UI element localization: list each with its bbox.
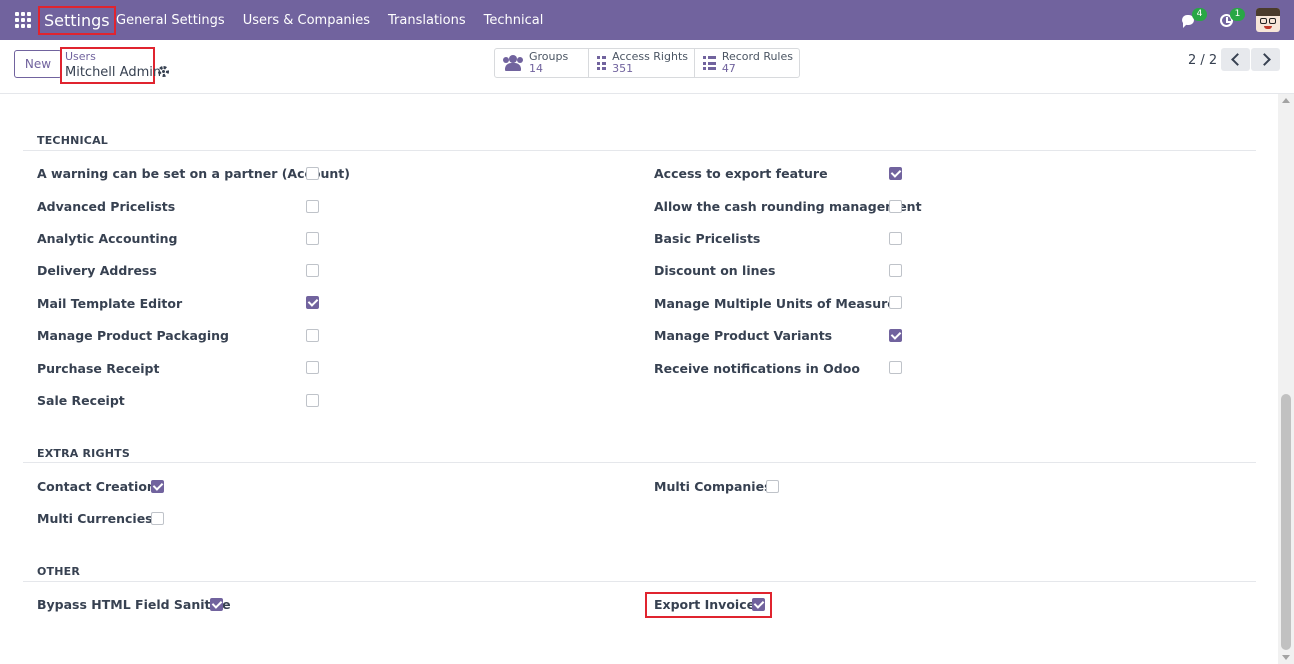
field-label: Basic Pricelists — [654, 231, 761, 246]
field-checkbox[interactable] — [306, 329, 319, 342]
menu-technical[interactable]: Technical — [484, 13, 544, 28]
field-checkbox[interactable] — [306, 394, 319, 407]
divider — [23, 462, 1256, 463]
breadcrumb-current: Mitchell Admin — [65, 65, 162, 80]
app-brand[interactable]: Settings — [38, 6, 116, 35]
field-checkbox[interactable] — [151, 512, 164, 525]
record-rules-button[interactable]: Record Rules 47 — [695, 49, 799, 77]
field-checkbox[interactable] — [889, 296, 902, 309]
section-title-other: OTHER — [37, 565, 81, 578]
pager-previous-button[interactable] — [1221, 48, 1250, 71]
field-label: Allow the cash rounding management — [654, 199, 922, 214]
section-title-extra-rights: EXTRA RIGHTS — [37, 447, 130, 460]
field-checkbox[interactable] — [210, 598, 223, 611]
field-checkbox[interactable] — [889, 329, 902, 342]
form-sheet: TECHNICAL A warning can be set on a part… — [0, 94, 1278, 664]
field-checkbox[interactable] — [889, 200, 902, 213]
messages-badge: 4 — [1192, 8, 1207, 21]
activities-badge: 1 — [1230, 8, 1245, 21]
field-label: Access to export feature — [654, 166, 828, 181]
field-checkbox[interactable] — [306, 232, 319, 245]
field-checkbox[interactable] — [889, 264, 902, 277]
divider — [23, 581, 1256, 582]
field-checkbox[interactable] — [889, 232, 902, 245]
top-navbar: Settings General Settings Users & Compan… — [0, 0, 1294, 40]
field-label: Analytic Accounting — [37, 231, 178, 246]
field-label: Delivery Address — [37, 263, 157, 278]
field-checkbox[interactable] — [306, 264, 319, 277]
scroll-thumb[interactable] — [1281, 394, 1291, 650]
divider — [23, 150, 1256, 151]
field-checkbox[interactable] — [766, 480, 779, 493]
new-button[interactable]: New — [14, 50, 62, 78]
smart-buttons: Groups 14 Access Rights 351 Record Rules… — [494, 48, 800, 78]
user-avatar[interactable] — [1256, 8, 1280, 32]
field-checkbox[interactable] — [889, 361, 902, 374]
field-label: Multi Currencies — [37, 511, 153, 526]
field-label: Export Invoice — [654, 597, 756, 612]
field-label: A warning can be set on a partner (Accou… — [37, 166, 350, 181]
menu-general-settings[interactable]: General Settings — [116, 13, 225, 28]
activities-button[interactable]: 1 — [1218, 8, 1246, 32]
menu-users-companies[interactable]: Users & Companies — [243, 13, 370, 28]
list-icon — [596, 56, 607, 70]
field-label: Manage Multiple Units of Measure — [654, 296, 896, 311]
list-icon — [703, 56, 716, 70]
field-label: Receive notifications in Odoo — [654, 361, 860, 376]
field-checkbox[interactable] — [306, 296, 319, 309]
field-label: Bypass HTML Field Sanitize — [37, 597, 231, 612]
access-rights-button[interactable]: Access Rights 351 — [589, 49, 695, 77]
apps-menu-icon[interactable] — [15, 12, 31, 28]
breadcrumb-parent[interactable]: Users — [65, 50, 153, 64]
gear-icon[interactable] — [158, 66, 169, 77]
users-icon — [503, 55, 523, 71]
record-rules-count: 47 — [721, 62, 736, 75]
field-checkbox[interactable] — [151, 480, 164, 493]
field-label: Multi Companies — [654, 479, 772, 494]
field-label: Mail Template Editor — [37, 296, 183, 311]
field-checkbox[interactable] — [889, 167, 902, 180]
field-checkbox[interactable] — [306, 200, 319, 213]
field-label: Manage Product Variants — [654, 328, 833, 343]
groups-button[interactable]: Groups 14 — [495, 49, 589, 77]
field-checkbox[interactable] — [752, 598, 765, 611]
field-checkbox[interactable] — [306, 167, 319, 180]
scrollbar[interactable] — [1278, 94, 1294, 664]
field-label: Discount on lines — [654, 263, 776, 278]
pager-next-button[interactable] — [1251, 48, 1280, 71]
field-label: Purchase Receipt — [37, 361, 160, 376]
messages-button[interactable]: 4 — [1180, 8, 1208, 32]
systray: 4 1 — [1170, 0, 1280, 40]
field-label: Advanced Pricelists — [37, 199, 176, 214]
scroll-down-arrow-icon[interactable] — [1282, 655, 1290, 660]
field-label: Manage Product Packaging — [37, 328, 229, 343]
scroll-up-arrow-icon[interactable] — [1282, 98, 1290, 103]
breadcrumb: Users Mitchell Admin — [60, 47, 162, 84]
pager-value[interactable]: 2 / 2 — [1188, 52, 1217, 70]
menu-translations[interactable]: Translations — [388, 13, 466, 28]
access-rights-count: 351 — [612, 62, 634, 75]
section-title-technical: TECHNICAL — [37, 134, 108, 147]
field-label: Contact Creation — [37, 479, 156, 494]
main-menu: General Settings Users & Companies Trans… — [116, 0, 561, 40]
groups-count: 14 — [529, 62, 543, 75]
field-label: Sale Receipt — [37, 393, 125, 408]
field-checkbox[interactable] — [306, 361, 319, 374]
control-panel: New Users Mitchell Admin Groups 14 Acces… — [0, 40, 1294, 94]
